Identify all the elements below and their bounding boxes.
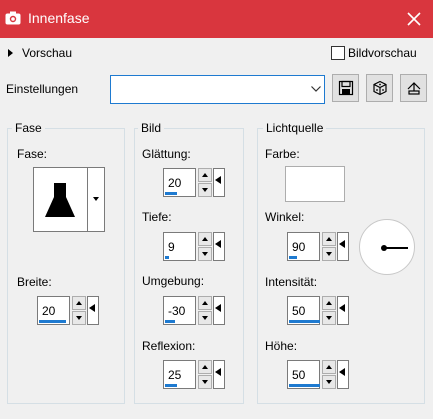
angle-increment-button[interactable] xyxy=(322,232,336,246)
reflection-value: 25 xyxy=(168,368,182,382)
color-label: Farbe: xyxy=(265,147,300,161)
title-bar: Innenfase xyxy=(0,0,433,38)
chevron-down-icon xyxy=(311,86,321,92)
expand-arrow-icon xyxy=(8,49,13,57)
close-icon xyxy=(407,12,421,26)
smoothness-input[interactable]: 20 xyxy=(163,168,196,197)
smoothness-label: Glättung: xyxy=(142,147,191,161)
reset-icon xyxy=(407,82,421,95)
randomize-button[interactable] xyxy=(366,74,393,102)
settings-dropdown-arrow[interactable] xyxy=(306,76,324,103)
bild-group-title: Bild xyxy=(138,121,165,135)
fase-shape-label: Fase: xyxy=(17,147,48,161)
angle-input[interactable]: 90 xyxy=(287,232,320,261)
reflection-slider-button[interactable] xyxy=(213,360,225,389)
intensity-label: Intensität: xyxy=(265,275,318,289)
fase-group-title: Fase xyxy=(12,121,45,135)
save-preset-button[interactable] xyxy=(332,74,359,102)
depth-label: Tiefe: xyxy=(142,210,172,224)
settings-dropdown[interactable] xyxy=(110,75,325,104)
save-icon xyxy=(338,80,354,96)
intensity-decrement-button[interactable] xyxy=(322,311,336,325)
intensity-level-bar xyxy=(289,320,320,323)
width-level-bar xyxy=(39,320,67,323)
intensity-increment-button[interactable] xyxy=(322,296,336,310)
angle-dial-needle xyxy=(384,247,408,249)
angle-label: Winkel: xyxy=(265,210,305,224)
smoothness-decrement-button[interactable] xyxy=(198,183,212,197)
preview-label: Vorschau xyxy=(22,46,73,60)
height-input[interactable]: 50 xyxy=(287,360,320,389)
width-increment-button[interactable] xyxy=(72,296,86,310)
depth-spinner[interactable]: 9 xyxy=(163,232,225,261)
ambience-spinner[interactable]: -30 xyxy=(163,296,225,325)
camera-icon xyxy=(5,11,21,25)
reflection-decrement-button[interactable] xyxy=(198,375,212,389)
smoothness-increment-button[interactable] xyxy=(198,168,212,182)
angle-value: 90 xyxy=(292,240,306,254)
ambience-value: -30 xyxy=(168,304,186,318)
intensity-input[interactable]: 50 xyxy=(287,296,320,325)
intensity-slider-button[interactable] xyxy=(337,296,349,325)
ambience-slider-button[interactable] xyxy=(213,296,225,325)
fase-width-label: Breite: xyxy=(17,275,52,289)
bevel-shape-icon xyxy=(45,183,75,217)
depth-slider-button[interactable] xyxy=(213,232,225,261)
depth-level-bar xyxy=(165,256,169,259)
depth-input[interactable]: 9 xyxy=(163,232,196,261)
angle-slider-button[interactable] xyxy=(337,232,349,261)
reflection-increment-button[interactable] xyxy=(198,360,212,374)
reflection-spinner[interactable]: 25 xyxy=(163,360,225,389)
angle-spinner[interactable]: 90 xyxy=(287,232,349,261)
reflection-input[interactable]: 25 xyxy=(163,360,196,389)
width-decrement-button[interactable] xyxy=(72,311,86,325)
dice-icon xyxy=(373,80,387,96)
depth-decrement-button[interactable] xyxy=(198,247,212,261)
reflection-label: Reflexion: xyxy=(142,339,196,353)
width-input[interactable]: 20 xyxy=(37,296,70,325)
reflection-level-bar xyxy=(165,384,177,387)
angle-dial[interactable] xyxy=(359,219,415,275)
angle-level-bar xyxy=(289,256,297,259)
ambience-label: Umgebung: xyxy=(142,274,205,288)
height-level-bar xyxy=(289,384,320,387)
angle-decrement-button[interactable] xyxy=(322,247,336,261)
width-slider-button[interactable] xyxy=(87,296,99,325)
depth-value: 9 xyxy=(168,240,175,254)
light-color-swatch[interactable] xyxy=(285,166,345,202)
ambience-increment-button[interactable] xyxy=(198,296,212,310)
width-value: 20 xyxy=(42,304,56,318)
width-spinner[interactable]: 20 xyxy=(37,296,99,325)
height-increment-button[interactable] xyxy=(322,360,336,374)
image-preview-label: Bildvorschau xyxy=(348,46,417,60)
bevel-shape-dropdown-arrow[interactable] xyxy=(87,168,104,231)
bevel-shape-picker[interactable] xyxy=(33,167,105,232)
depth-increment-button[interactable] xyxy=(198,232,212,246)
lichtquelle-group-title: Lichtquelle xyxy=(263,121,327,135)
intensity-spinner[interactable]: 50 xyxy=(287,296,349,325)
intensity-value: 50 xyxy=(292,304,306,318)
smoothness-spinner[interactable]: 20 xyxy=(163,168,225,197)
smoothness-value: 20 xyxy=(168,176,182,190)
ambience-level-bar xyxy=(165,320,175,323)
height-slider-button[interactable] xyxy=(337,360,349,389)
height-value: 50 xyxy=(292,368,306,382)
height-decrement-button[interactable] xyxy=(322,375,336,389)
smoothness-level-bar xyxy=(165,192,177,195)
height-spinner[interactable]: 50 xyxy=(287,360,349,389)
angle-dial-center xyxy=(381,245,387,251)
reset-button[interactable] xyxy=(400,74,427,102)
close-button[interactable] xyxy=(399,4,429,34)
ambience-input[interactable]: -30 xyxy=(163,296,196,325)
window-title: Innenfase xyxy=(28,10,90,26)
image-preview-checkbox[interactable] xyxy=(331,46,345,60)
ambience-decrement-button[interactable] xyxy=(198,311,212,325)
height-label: Höhe: xyxy=(265,339,298,353)
smoothness-slider-button[interactable] xyxy=(213,168,225,197)
settings-label: Einstellungen xyxy=(6,82,79,96)
